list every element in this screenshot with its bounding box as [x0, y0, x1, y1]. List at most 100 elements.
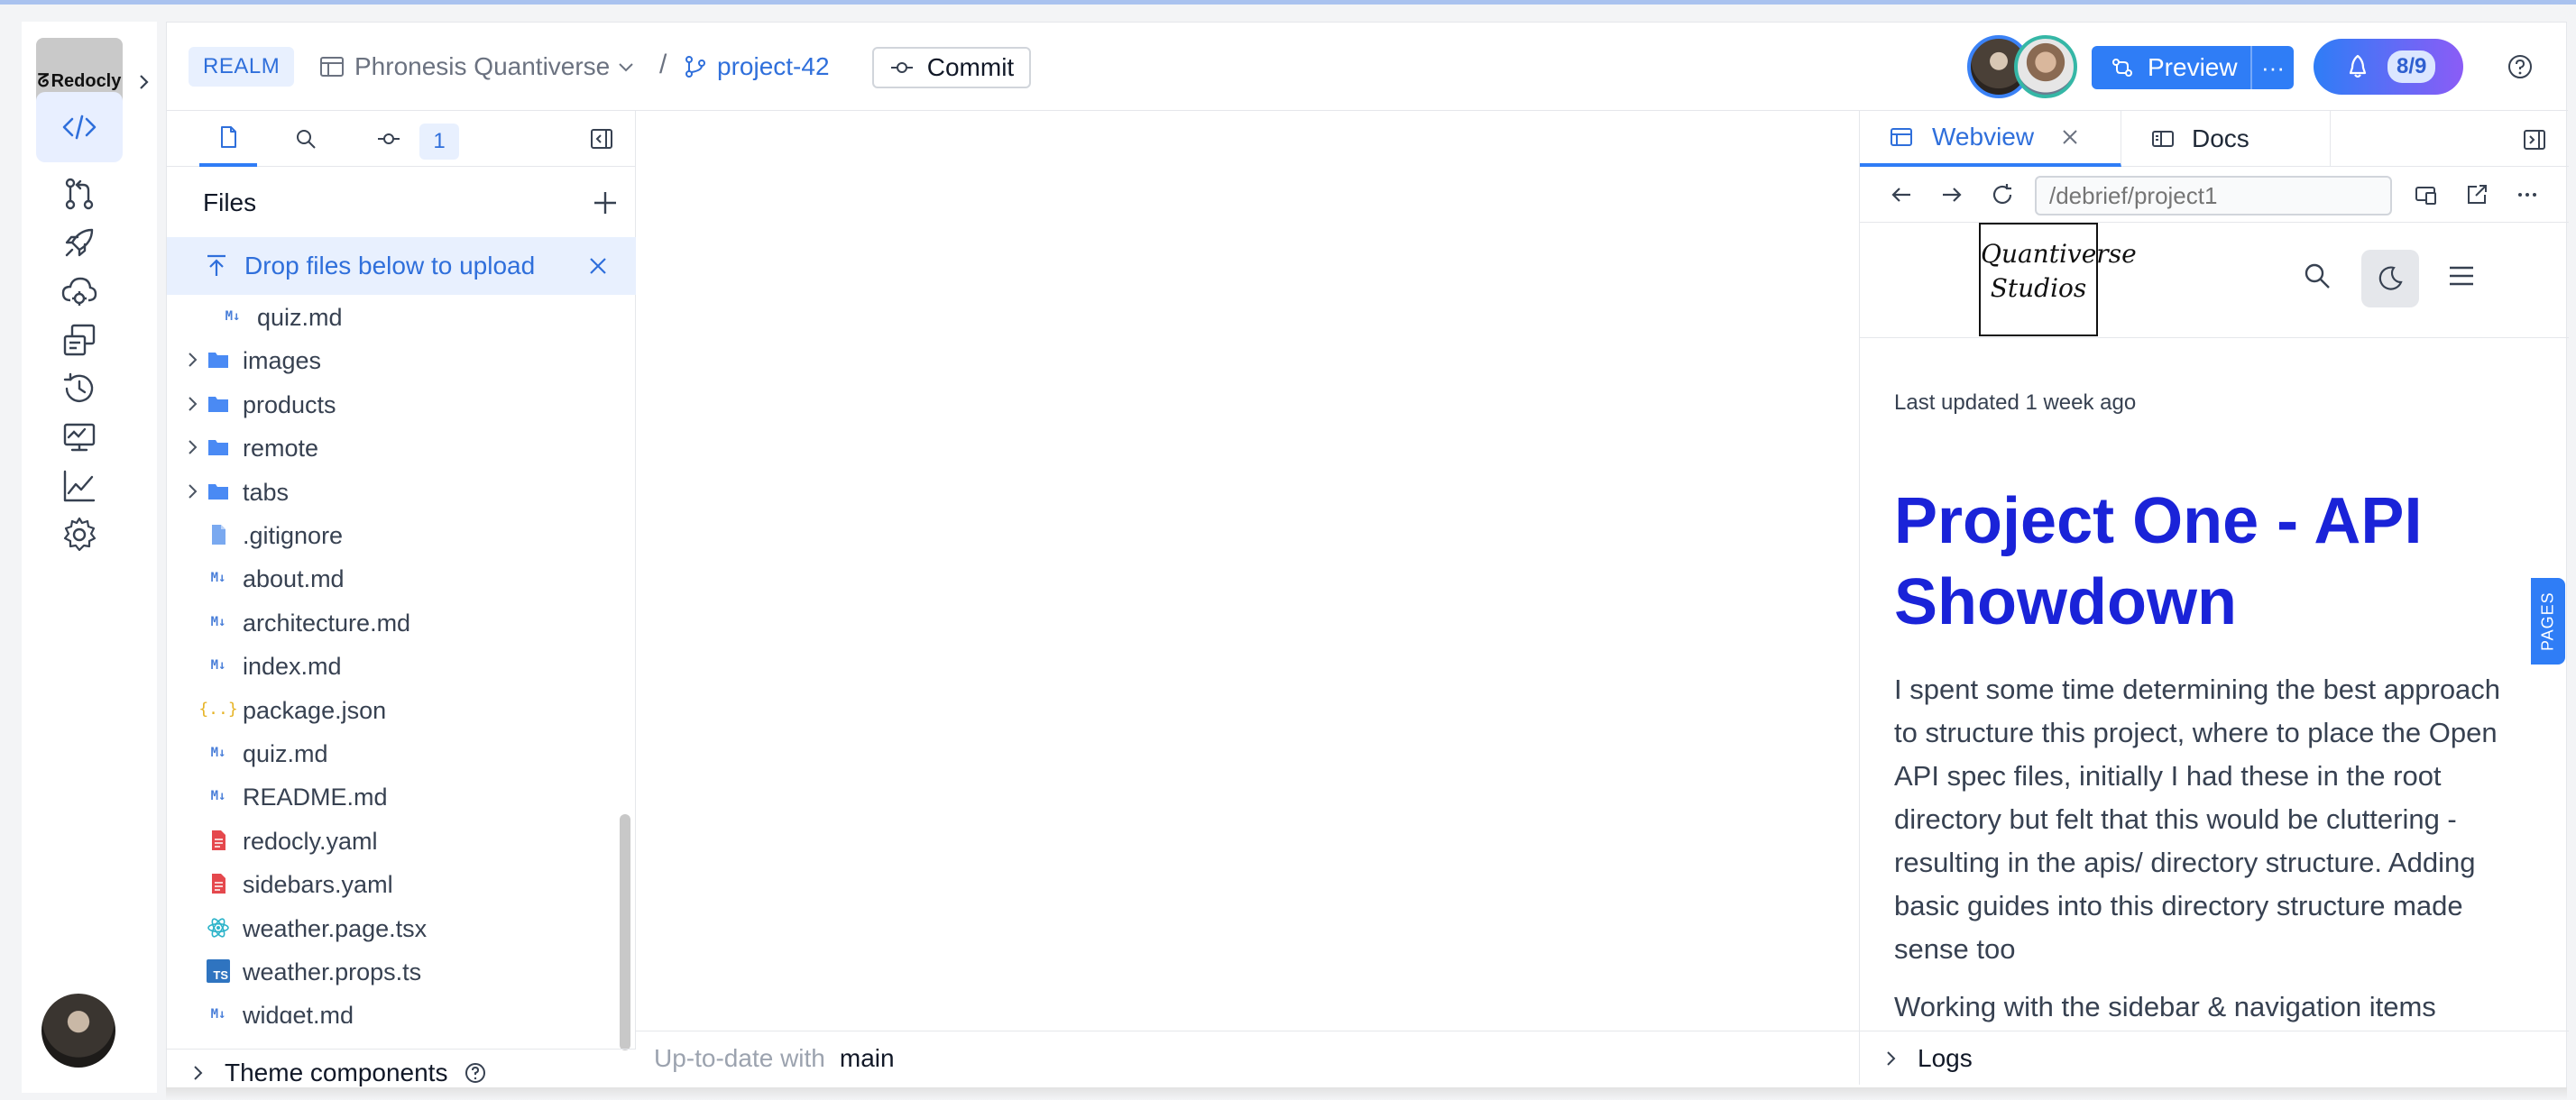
folder-icon [208, 483, 228, 500]
file-tree-scrollbar[interactable] [620, 814, 630, 1050]
realm-badge[interactable]: REALM [189, 47, 295, 87]
tab-webview[interactable]: Webview [1860, 111, 2121, 167]
refresh-icon[interactable] [1990, 182, 2015, 207]
tree-item-label: remote [243, 435, 319, 463]
tree-file[interactable]: M↓ widget.md [167, 993, 618, 1023]
notifications-button[interactable]: 8/9 [2314, 39, 2463, 95]
tree-item-label: widget.md [243, 1002, 354, 1023]
commit-button[interactable]: Commit [872, 47, 1031, 88]
tree-file[interactable]: M↓ architecture.md [167, 600, 618, 644]
drop-upload-banner: Drop files below to upload [167, 237, 636, 295]
logs-section[interactable]: Logs [1860, 1031, 2569, 1085]
tab-search[interactable] [277, 111, 335, 167]
chevron-right-icon[interactable] [135, 69, 153, 96]
tab-files[interactable] [199, 111, 257, 167]
rail-item-settings[interactable] [36, 500, 123, 570]
tree-folder[interactable]: remote [167, 426, 618, 469]
branch-selector[interactable]: project-42 [683, 47, 830, 87]
folder-icon [208, 396, 228, 412]
theme-toggle-button[interactable] [2361, 250, 2419, 307]
tree-file[interactable]: sidebars.yaml [167, 862, 618, 905]
yaml-file-icon [212, 874, 225, 894]
commit-label: Commit [926, 53, 1015, 81]
chevron-down-icon [619, 63, 633, 72]
plus-icon[interactable] [591, 188, 620, 217]
chevron-right-icon[interactable] [181, 481, 203, 502]
collaborator-avatar[interactable] [2014, 35, 2077, 98]
panel-collapse-icon[interactable] [2522, 127, 2547, 152]
book-icon [2152, 131, 2174, 147]
chevron-right-icon[interactable] [181, 393, 203, 415]
tab-docs[interactable]: Docs [2121, 111, 2331, 167]
file-tree: M↓ quiz.md images products remote tabs .gitign… [167, 295, 636, 1023]
yaml-file-icon [212, 830, 225, 850]
status-branch[interactable]: main [840, 1044, 895, 1073]
responsive-view-icon[interactable] [2414, 182, 2439, 207]
tree-file[interactable]: weather.page.tsx [167, 906, 618, 949]
preview-button[interactable]: Preview [2092, 46, 2250, 89]
rocket-bell-icon [2349, 54, 2367, 78]
help-icon[interactable] [2507, 53, 2534, 80]
markdown-icon: M↓ [210, 658, 226, 674]
tab-changes[interactable] [360, 111, 418, 167]
window-top-edge [0, 0, 2576, 5]
url-input[interactable] [2035, 176, 2392, 215]
chevron-right-icon [1887, 1050, 1896, 1066]
tree-item-label: README.md [243, 784, 388, 811]
site-logo-line1: Quantiverse [1981, 239, 2137, 269]
pages-drawer-tab[interactable]: PAGES [2531, 578, 2565, 665]
tree-item-label: weather.page.tsx [243, 914, 428, 942]
markdown-icon: M↓ [210, 746, 226, 760]
hamburger-menu-icon[interactable] [2446, 261, 2477, 291]
tree-file[interactable]: redocly.yaml [167, 819, 618, 862]
intro-paragraph: I spent some time determining the best a… [1894, 674, 2501, 965]
files-title: Files [203, 188, 257, 216]
user-avatar[interactable] [41, 994, 115, 1068]
help-icon[interactable] [464, 1061, 487, 1085]
tab-webview-label: Webview [1932, 123, 2035, 151]
tree-file[interactable]: M↓ about.md [167, 556, 618, 600]
preview-icon [2112, 59, 2132, 77]
tree-file[interactable]: M↓ quiz.md [167, 731, 618, 775]
site-navbar: Quantiverse Studios [1860, 223, 2569, 338]
tree-item-label: redocly.yaml [243, 827, 378, 855]
markdown-icon: M↓ [210, 614, 226, 629]
collapse-panel-button[interactable] [573, 111, 630, 167]
preview-more-button[interactable]: ··· [2250, 46, 2294, 89]
chevron-right-icon[interactable] [181, 349, 203, 371]
file-icon [221, 126, 236, 148]
tree-file[interactable]: {..} package.json [167, 688, 618, 731]
preview-button-group: Preview ··· [2092, 46, 2294, 89]
rail-item-code[interactable] [36, 92, 123, 162]
close-icon[interactable] [585, 253, 611, 279]
tree-file[interactable]: M↓ quiz.md [167, 295, 618, 338]
arrow-left-icon[interactable] [1889, 182, 1914, 207]
project-selector[interactable]: Phronesis Quantiverse [318, 47, 637, 87]
left-rail: ᘔ Redocly [22, 22, 157, 1093]
site-logo[interactable]: Quantiverse Studios [1979, 223, 2137, 336]
tree-item-label: images [243, 347, 322, 375]
tree-folder[interactable]: tabs [167, 470, 618, 513]
markdown-icon: M↓ [210, 571, 226, 586]
tree-file[interactable]: TS weather.props.ts [167, 949, 618, 993]
tree-item-label: products [243, 390, 336, 418]
tree-item-label: weather.props.ts [243, 958, 422, 985]
logs-label: Logs [1918, 1043, 1973, 1072]
file-icon [212, 525, 225, 545]
tree-folder[interactable]: images [167, 338, 618, 381]
chevron-right-icon[interactable] [181, 436, 203, 458]
tree-file[interactable]: M↓ index.md [167, 644, 618, 687]
tree-item-label: quiz.md [243, 740, 328, 767]
preview-label: Preview [2148, 53, 2238, 81]
external-link-icon[interactable] [2464, 182, 2489, 207]
tree-file[interactable]: .gitignore [167, 513, 618, 556]
close-icon[interactable] [2057, 124, 2083, 150]
more-icon[interactable] [2515, 182, 2540, 207]
editor-window: REALM Phronesis Quantiverse / project-42… [166, 22, 2569, 1091]
second-paragraph: Working with the sidebar & navigation it… [1894, 991, 2436, 1022]
tree-folder[interactable]: products [167, 382, 618, 426]
tree-file[interactable]: M↓ README.md [167, 775, 618, 818]
browser-icon [1891, 128, 1912, 146]
arrow-right-icon[interactable] [1939, 182, 1964, 207]
search-icon[interactable] [2302, 261, 2332, 291]
